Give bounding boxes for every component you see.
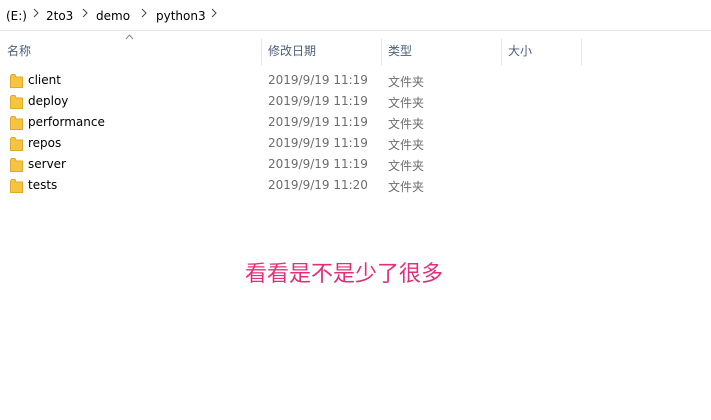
file-type: 文件夹 xyxy=(388,117,425,131)
folder-icon xyxy=(10,116,23,130)
file-name: server xyxy=(28,157,66,171)
file-date: 2019/9/19 11:19 xyxy=(268,73,368,87)
file-row[interactable]: client 2019/9/19 11:19 文件夹 xyxy=(0,70,711,91)
annotation-text: 看看是不是少了很多 xyxy=(245,262,444,287)
column-header-size[interactable]: 大小 xyxy=(501,37,581,65)
address-bar[interactable]: (E:) 2to3 demo python3 xyxy=(0,0,711,31)
file-type: 文件夹 xyxy=(388,96,425,110)
chevron-right-icon[interactable] xyxy=(141,7,147,19)
file-type: 文件夹 xyxy=(388,180,425,194)
file-row[interactable]: performance 2019/9/19 11:19 文件夹 xyxy=(0,112,711,133)
file-date: 2019/9/19 11:19 xyxy=(268,136,368,150)
file-explorer-window: (E:) 2to3 demo python3 名称 修改日期 类型 大小 cli… xyxy=(0,0,711,420)
folder-icon xyxy=(10,137,23,151)
breadcrumb-drive[interactable]: (E:) xyxy=(6,9,27,23)
column-header: 名称 修改日期 类型 大小 xyxy=(0,34,711,65)
file-row[interactable]: tests 2019/9/19 11:20 文件夹 xyxy=(0,175,711,196)
file-date: 2019/9/19 11:19 xyxy=(268,157,368,171)
file-name: deploy xyxy=(28,94,69,108)
column-header-date[interactable]: 修改日期 xyxy=(261,37,381,65)
breadcrumb-item-demo[interactable]: demo xyxy=(96,9,130,23)
file-type: 文件夹 xyxy=(388,75,425,89)
file-name: client xyxy=(28,73,61,87)
file-row[interactable]: deploy 2019/9/19 11:19 文件夹 xyxy=(0,91,711,112)
chevron-right-icon[interactable] xyxy=(82,7,88,19)
file-date: 2019/9/19 11:19 xyxy=(268,115,368,129)
file-name: tests xyxy=(28,178,58,192)
file-row[interactable]: server 2019/9/19 11:19 文件夹 xyxy=(0,154,711,175)
folder-icon xyxy=(10,74,23,88)
breadcrumb-item-2to3[interactable]: 2to3 xyxy=(46,9,73,23)
file-type: 文件夹 xyxy=(388,138,425,152)
chevron-right-icon[interactable] xyxy=(211,7,217,19)
file-type: 文件夹 xyxy=(388,159,425,173)
breadcrumb-item-python3[interactable]: python3 xyxy=(156,9,206,23)
file-name: repos xyxy=(28,136,62,150)
folder-icon xyxy=(10,95,23,109)
folder-icon xyxy=(10,158,23,172)
file-name: performance xyxy=(28,115,105,129)
file-date: 2019/9/19 11:20 xyxy=(268,178,368,192)
chevron-right-icon[interactable] xyxy=(33,7,39,19)
file-row[interactable]: repos 2019/9/19 11:19 文件夹 xyxy=(0,133,711,154)
folder-icon xyxy=(10,179,23,193)
column-divider[interactable] xyxy=(581,39,582,65)
file-date: 2019/9/19 11:19 xyxy=(268,94,368,108)
column-header-type[interactable]: 类型 xyxy=(381,37,501,65)
column-header-name[interactable]: 名称 xyxy=(0,37,261,65)
